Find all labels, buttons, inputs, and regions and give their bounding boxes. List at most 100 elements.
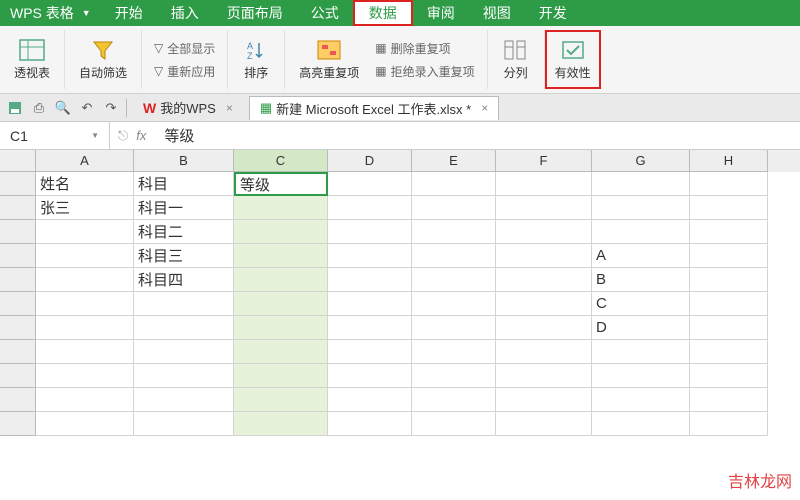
cell[interactable] <box>134 316 234 340</box>
row-header[interactable] <box>0 220 36 244</box>
col-header-b[interactable]: B <box>134 150 234 172</box>
cell[interactable] <box>592 412 690 436</box>
cell[interactable] <box>36 220 134 244</box>
cell[interactable]: 姓名 <box>36 172 134 196</box>
col-header-e[interactable]: E <box>412 150 496 172</box>
cell[interactable] <box>234 244 328 268</box>
reject-dup-button[interactable]: ▦ 拒绝录入重复项 <box>371 61 478 82</box>
cell[interactable]: B <box>592 268 690 292</box>
cell[interactable] <box>234 196 328 220</box>
cell[interactable] <box>690 220 768 244</box>
data-validation-button[interactable]: 有效性 <box>549 36 597 83</box>
cell[interactable] <box>36 244 134 268</box>
tab-review[interactable]: 审阅 <box>413 0 469 26</box>
cell[interactable] <box>412 316 496 340</box>
undo-icon[interactable]: ↶ <box>78 99 96 117</box>
link-icon[interactable]: ⎋ <box>118 128 128 144</box>
cell[interactable] <box>36 292 134 316</box>
tab-formulas[interactable]: 公式 <box>297 0 353 26</box>
cell[interactable] <box>592 220 690 244</box>
cell[interactable] <box>592 364 690 388</box>
text-to-columns-button[interactable]: 分列 <box>496 36 536 83</box>
cell[interactable] <box>328 340 412 364</box>
tab-view[interactable]: 视图 <box>469 0 525 26</box>
highlight-dup-button[interactable]: 高亮重复项 <box>293 36 365 83</box>
cell[interactable]: A <box>592 244 690 268</box>
tab-my-wps[interactable]: W 我的WPS × <box>133 96 243 120</box>
cell[interactable] <box>234 316 328 340</box>
cell[interactable] <box>496 196 592 220</box>
cell[interactable] <box>134 364 234 388</box>
pivot-table-button[interactable]: 透视表 <box>8 36 56 83</box>
cell[interactable] <box>234 412 328 436</box>
tab-data[interactable]: 数据 <box>353 0 413 26</box>
cell[interactable] <box>134 412 234 436</box>
cell[interactable] <box>496 388 592 412</box>
cell[interactable] <box>690 172 768 196</box>
row-header[interactable] <box>0 292 36 316</box>
tab-page-layout[interactable]: 页面布局 <box>213 0 297 26</box>
cell[interactable] <box>496 220 592 244</box>
col-header-c[interactable]: C <box>234 150 328 172</box>
fx-icon[interactable]: fx <box>136 128 146 143</box>
cell[interactable] <box>328 292 412 316</box>
cell[interactable] <box>412 268 496 292</box>
cell[interactable] <box>36 316 134 340</box>
cell[interactable] <box>592 340 690 364</box>
cell[interactable] <box>328 364 412 388</box>
cell[interactable] <box>234 268 328 292</box>
cell[interactable] <box>592 196 690 220</box>
cell[interactable] <box>36 388 134 412</box>
cell[interactable] <box>328 220 412 244</box>
col-header-g[interactable]: G <box>592 150 690 172</box>
cell[interactable] <box>496 412 592 436</box>
preview-icon[interactable]: 🔍 <box>54 99 72 117</box>
row-header[interactable] <box>0 196 36 220</box>
cell[interactable] <box>496 316 592 340</box>
cell[interactable] <box>592 388 690 412</box>
cell[interactable] <box>412 244 496 268</box>
formula-input[interactable]: 等级 <box>154 122 800 149</box>
close-icon[interactable]: × <box>226 101 233 115</box>
cell[interactable] <box>328 316 412 340</box>
col-header-d[interactable]: D <box>328 150 412 172</box>
print-icon[interactable]: ⎙ <box>30 99 48 117</box>
row-header[interactable] <box>0 172 36 196</box>
col-header-h[interactable]: H <box>690 150 768 172</box>
cell[interactable] <box>328 388 412 412</box>
cell[interactable] <box>328 412 412 436</box>
tab-start[interactable]: 开始 <box>101 0 157 26</box>
cell[interactable] <box>328 172 412 196</box>
cell[interactable] <box>496 364 592 388</box>
cell[interactable] <box>592 172 690 196</box>
chevron-down-icon[interactable]: ▼ <box>91 131 99 140</box>
cell[interactable]: 科目 <box>134 172 234 196</box>
cell[interactable]: 科目四 <box>134 268 234 292</box>
cell[interactable] <box>134 340 234 364</box>
cell-active[interactable]: 等级 <box>234 172 328 196</box>
row-header[interactable] <box>0 268 36 292</box>
cell[interactable] <box>36 268 134 292</box>
row-header[interactable] <box>0 244 36 268</box>
remove-dup-button[interactable]: ▦ 删除重复项 <box>371 38 478 59</box>
tab-dev[interactable]: 开发 <box>525 0 581 26</box>
cell[interactable]: 科目二 <box>134 220 234 244</box>
close-icon[interactable]: × <box>481 101 488 115</box>
cell[interactable] <box>234 292 328 316</box>
autofilter-button[interactable]: 自动筛选 <box>73 36 133 83</box>
select-all-corner[interactable] <box>0 150 36 172</box>
cell[interactable]: 科目三 <box>134 244 234 268</box>
tab-current-doc[interactable]: ▦ 新建 Microsoft Excel 工作表.xlsx * × <box>249 96 499 120</box>
tab-insert[interactable]: 插入 <box>157 0 213 26</box>
cell[interactable] <box>412 412 496 436</box>
cell[interactable] <box>412 292 496 316</box>
cell[interactable] <box>134 292 234 316</box>
cell[interactable] <box>496 268 592 292</box>
save-icon[interactable] <box>6 99 24 117</box>
cell[interactable] <box>412 172 496 196</box>
cell[interactable] <box>234 340 328 364</box>
row-header[interactable] <box>0 388 36 412</box>
col-header-f[interactable]: F <box>496 150 592 172</box>
cell[interactable] <box>412 196 496 220</box>
col-header-a[interactable]: A <box>36 150 134 172</box>
